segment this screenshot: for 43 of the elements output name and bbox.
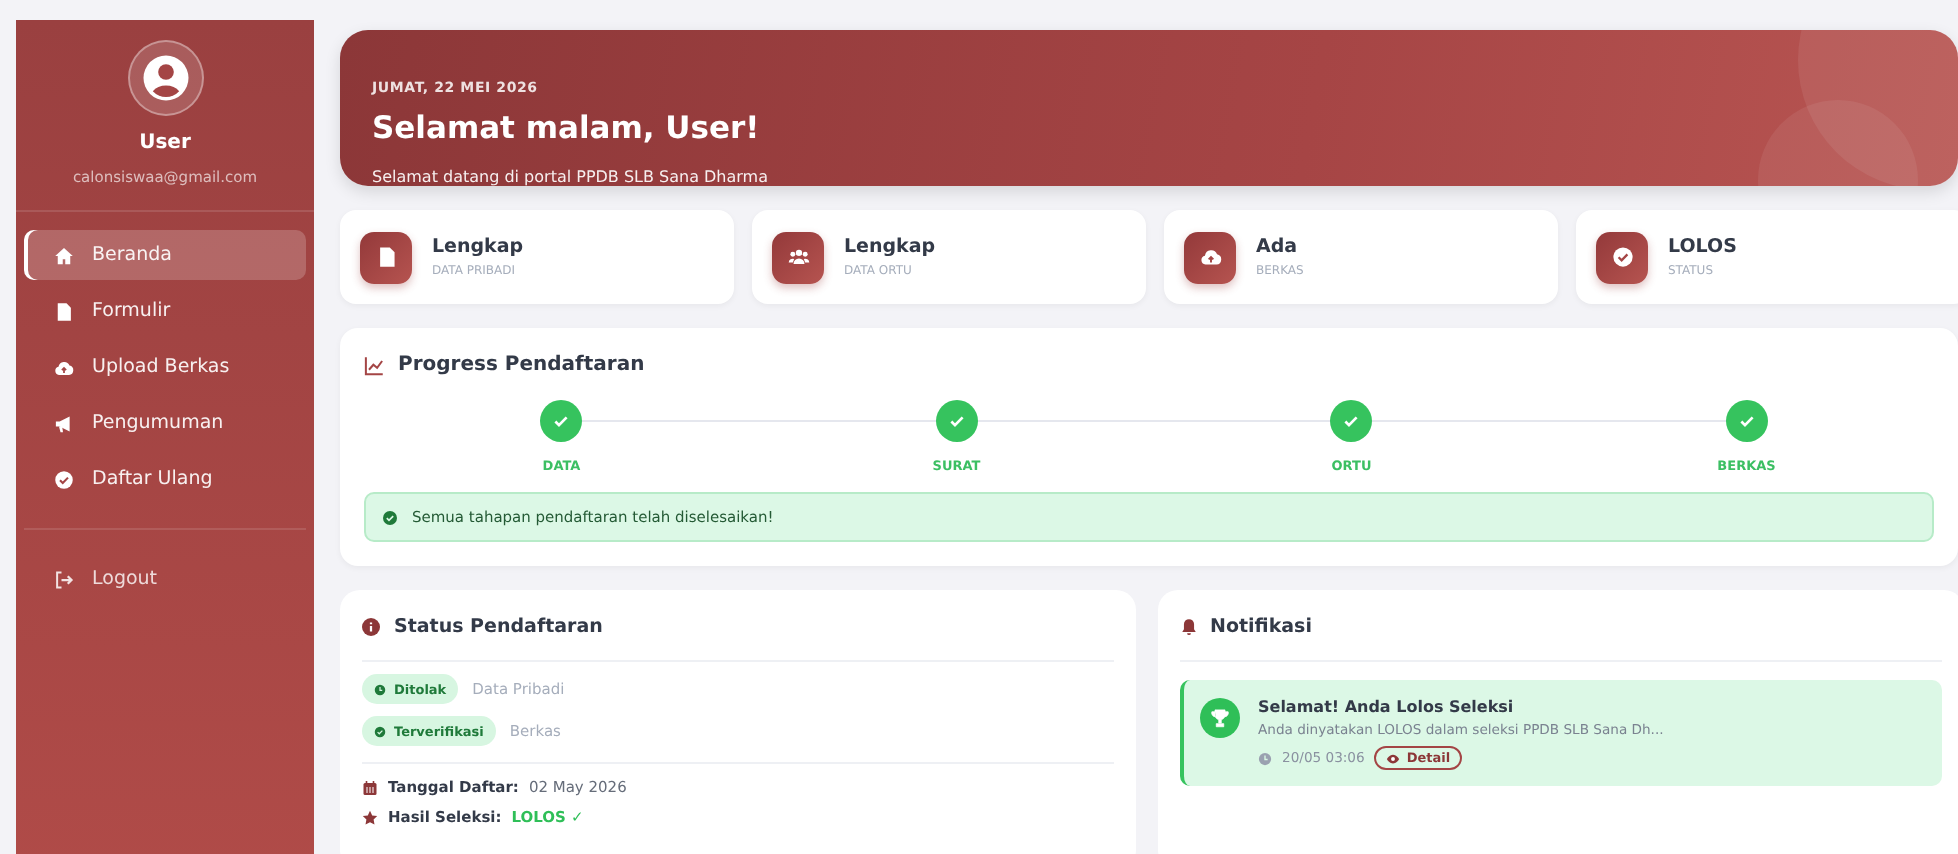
- check-circle-icon: [1611, 246, 1633, 268]
- eye-icon: [1386, 751, 1401, 765]
- nav-item[interactable]: Beranda: [24, 230, 306, 280]
- greeting-title: Selamat malam, User!: [372, 110, 762, 146]
- notification-title: Selamat! Anda Lolos Seleksi: [1258, 698, 1516, 716]
- star-icon: [362, 809, 378, 825]
- card-title: Status Pendaftaran: [394, 616, 603, 638]
- card-title: Progress Pendaftaran: [398, 354, 645, 376]
- stat-value: Lengkap: [432, 236, 524, 258]
- cloud-upload-icon: [54, 357, 74, 377]
- megaphone-icon: [54, 413, 74, 433]
- stat-value: LOLOS: [1668, 236, 1737, 258]
- nav-item[interactable]: Upload Berkas: [24, 342, 306, 392]
- nav-item[interactable]: Pengumuman: [24, 398, 306, 448]
- calendar-icon: [362, 779, 378, 795]
- nav-item[interactable]: Formulir: [24, 286, 306, 336]
- chart-line-icon: [364, 355, 384, 375]
- document-icon: [375, 246, 397, 268]
- check-icon: [552, 412, 571, 430]
- cloud-upload-icon: [1199, 246, 1221, 268]
- stat-value: Lengkap: [844, 236, 936, 258]
- check-circle-icon: [382, 509, 398, 525]
- user-icon: [141, 54, 189, 102]
- logout-link[interactable]: Logout: [24, 554, 306, 604]
- check-icon: [1342, 412, 1361, 430]
- users-icon: [787, 246, 809, 268]
- nav-item[interactable]: Daftar Ulang: [24, 454, 306, 504]
- home-icon: [54, 245, 74, 265]
- user-name: User: [139, 132, 191, 154]
- clock-icon: [374, 683, 386, 695]
- info-icon: [362, 618, 380, 636]
- stat-value: Ada: [1256, 236, 1300, 258]
- bell-icon: [1180, 618, 1198, 636]
- logout-icon: [54, 569, 74, 589]
- document-icon: [54, 301, 74, 321]
- card-title: Notifikasi: [1210, 616, 1312, 638]
- check-icon: [1737, 412, 1756, 430]
- greeting-subtitle: Selamat datang di portal PPDB SLB Sana Dharma: [372, 168, 768, 186]
- clock-icon: [1258, 751, 1272, 765]
- trophy-icon: [1210, 708, 1230, 728]
- check-circle-icon: [54, 469, 74, 489]
- check-icon: [947, 412, 966, 430]
- check-circle-icon: [374, 725, 386, 737]
